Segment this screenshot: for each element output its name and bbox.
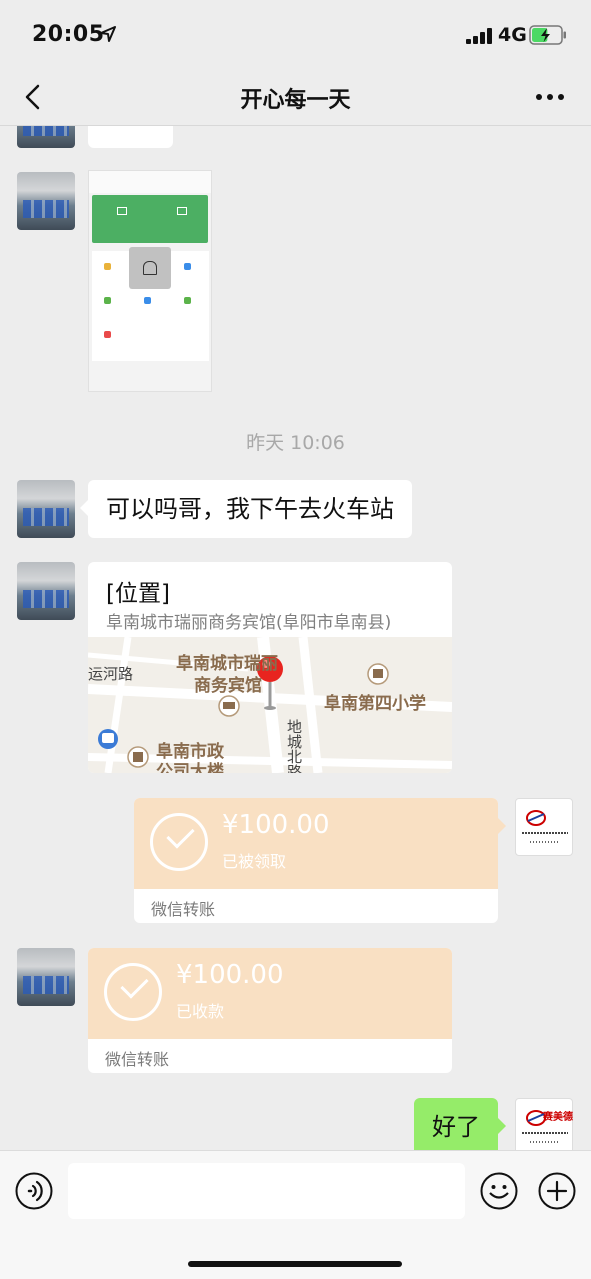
transfer-message-sent[interactable]: ¥100.00 已被领取 微信转账 [134, 798, 498, 923]
location-address: 阜南城市瑞丽商务宾馆(阜阳市阜南县) [106, 613, 392, 633]
transfer-status: 已被领取 [222, 852, 287, 871]
company-logo-text: 赛美德 [543, 1112, 573, 1123]
message-bubble-partial[interactable] [88, 126, 173, 148]
bell-icon [129, 247, 171, 289]
my-avatar[interactable]: 赛美德 [515, 1098, 573, 1150]
nav-bar: 开心每一天 [0, 70, 591, 126]
voice-icon[interactable] [15, 1172, 53, 1210]
more-dots-icon[interactable] [535, 92, 565, 102]
input-bar [0, 1150, 591, 1279]
text-message[interactable]: 可以吗哥，我下午去火车站 [80, 480, 412, 538]
my-avatar[interactable] [515, 798, 573, 856]
home-indicator[interactable] [188, 1261, 402, 1267]
peer-avatar[interactable] [17, 172, 75, 230]
status-time: 20:05 [32, 22, 105, 47]
transfer-amount: ¥100.00 [222, 810, 330, 840]
transfer-message-received[interactable]: ¥100.00 已收款 微信转账 [88, 948, 452, 1073]
check-circle-icon [150, 813, 208, 871]
location-map: 阜南城市瑞丽 商务宾馆 阜南第四小学 阜南市政 公司大楼 运河路 地城北路 [88, 637, 452, 773]
signal-icon [466, 28, 492, 44]
peer-avatar[interactable] [17, 948, 75, 1006]
map-label: 商务宾馆 [194, 676, 262, 696]
transfer-label: 微信转账 [151, 900, 216, 919]
company-logo-icon [526, 810, 546, 826]
transfer-label: 微信转账 [105, 1050, 170, 1069]
plus-icon[interactable] [538, 1172, 576, 1210]
map-label: 公司大楼 [156, 762, 224, 773]
peer-avatar[interactable] [17, 562, 75, 620]
map-label: 阜南第四小学 [324, 694, 426, 714]
timestamp: 昨天 10:06 [246, 432, 345, 454]
network-type: 4G [498, 24, 527, 46]
map-road-label: 地城北路 [285, 719, 303, 773]
chat-title: 开心每一天 [240, 88, 351, 113]
check-circle-icon [104, 963, 162, 1021]
message-input[interactable] [68, 1163, 465, 1219]
transfer-status: 已收款 [176, 1002, 225, 1021]
peer-avatar[interactable] [17, 480, 75, 538]
location-arrow-icon [100, 26, 116, 42]
location-message[interactable]: [位置] 阜南城市瑞丽商务宾馆(阜阳市阜南县) 阜南城市瑞丽 商务宾馆 阜南第四… [88, 562, 452, 773]
peer-avatar[interactable] [17, 126, 75, 148]
battery-icon [529, 25, 566, 45]
map-road-label: 运河路 [88, 665, 134, 683]
image-message[interactable] [88, 170, 212, 392]
emoji-icon[interactable] [480, 1172, 518, 1210]
status-bar: 20:05 4G [0, 0, 591, 70]
location-title: [位置] [106, 581, 170, 607]
text-message-mine[interactable]: 好了 [414, 1098, 506, 1150]
transfer-amount: ¥100.00 [176, 960, 284, 990]
chat-messages[interactable]: 昨天 10:06 可以吗哥，我下午去火车站 [位置] 阜南城市瑞丽商务宾馆(阜阳… [0, 126, 591, 1150]
